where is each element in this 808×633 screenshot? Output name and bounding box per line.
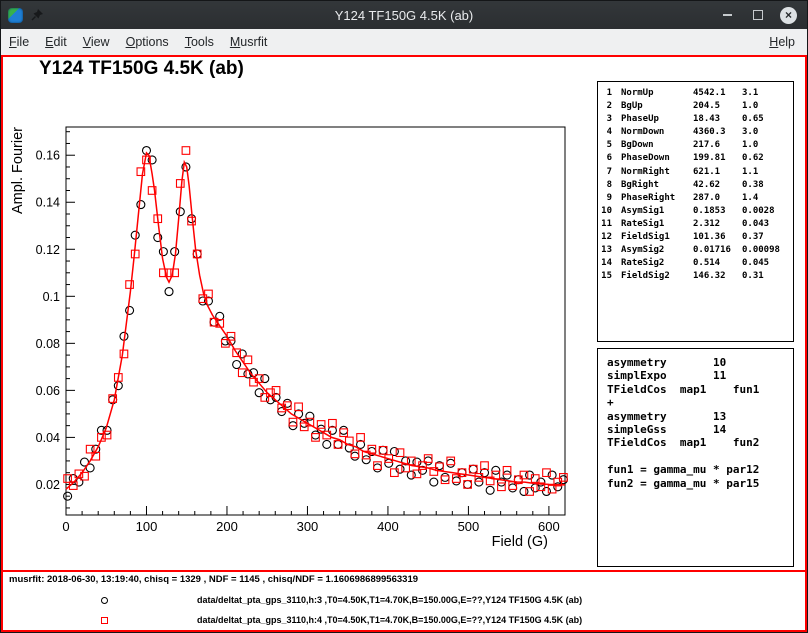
menu-item-file[interactable]: File — [1, 31, 37, 53]
parameter-rows: 1NormUp4542.13.12BgUp204.51.03PhaseUp18.… — [598, 88, 793, 284]
param-row: 5BgDown217.61.0 — [598, 140, 793, 153]
legend-item: data/deltat_pta_gps_3110,h:4 ,T0=4.50K,T… — [101, 610, 582, 630]
svg-text:100: 100 — [136, 519, 158, 534]
fourier-plot[interactable]: 0 100 200 300 400 500 600 0.02 0.04 0.06 0.08 0.1 0.… — [3, 57, 603, 572]
svg-text:500: 500 — [458, 519, 480, 534]
svg-text:0.04: 0.04 — [36, 431, 60, 445]
param-row: 14RateSig20.5140.045 — [598, 258, 793, 271]
svg-text:0: 0 — [62, 519, 69, 534]
svg-text:600: 600 — [538, 519, 560, 534]
param-row: 3PhaseUp18.430.65 — [598, 114, 793, 127]
param-row: 7NormRight621.11.1 — [598, 167, 793, 180]
theory-text: asymmetry 10 simplExpo 11 TFieldCos map1… — [607, 356, 793, 490]
titlebar[interactable]: Y124 TF150G 4.5K (ab) × — [1, 1, 807, 29]
minimize-button[interactable] — [718, 6, 736, 24]
pad-divider — [1, 570, 807, 572]
menu-left: FileEditViewOptionsToolsMusrfit — [1, 35, 275, 49]
open-circle-marker-icon — [101, 597, 108, 604]
param-row: 11RateSig12.3120.043 — [598, 219, 793, 232]
svg-text:0.08: 0.08 — [36, 337, 60, 351]
param-row: 10AsymSig10.18530.0028 — [598, 206, 793, 219]
app-icon — [8, 8, 23, 23]
parameter-panel: 1NormUp4542.13.12BgUp204.51.03PhaseUp18.… — [597, 81, 794, 342]
app-window: Y124 TF150G 4.5K (ab) × FileEditViewOpti… — [0, 0, 808, 633]
menu-item-view[interactable]: View — [75, 31, 118, 53]
param-row: 8BgRight42.620.38 — [598, 180, 793, 193]
titlebar-icons — [1, 8, 44, 23]
open-square-marker-icon — [101, 617, 108, 624]
close-button[interactable]: × — [780, 7, 797, 24]
svg-text:300: 300 — [297, 519, 319, 534]
fit-stats: musrfit: 2018-06-30, 13:19:40, chisq = 1… — [9, 574, 418, 585]
svg-text:200: 200 — [216, 519, 238, 534]
param-row: 12FieldSig1101.360.37 — [598, 232, 793, 245]
legend-item: data/deltat_pta_gps_3110,h:3 ,T0=4.50K,T… — [101, 590, 582, 610]
svg-text:Field (G): Field (G) — [492, 534, 548, 550]
menu-item-edit[interactable]: Edit — [37, 31, 75, 53]
pin-icon[interactable] — [30, 8, 44, 22]
menu-item-options[interactable]: Options — [118, 31, 177, 53]
plot-legend: data/deltat_pta_gps_3110,h:3 ,T0=4.50K,T… — [101, 590, 582, 630]
svg-text:0.06: 0.06 — [36, 384, 60, 398]
menu-item-tools[interactable]: Tools — [177, 31, 222, 53]
svg-text:0.1: 0.1 — [43, 290, 60, 304]
param-row: 2BgUp204.51.0 — [598, 101, 793, 114]
menu-item-help[interactable]: Help — [761, 31, 807, 53]
svg-text:0.12: 0.12 — [36, 243, 60, 257]
param-row: 9PhaseRight287.01.4 — [598, 193, 793, 206]
window-title: Y124 TF150G 4.5K (ab) — [1, 8, 807, 23]
maximize-button[interactable] — [749, 6, 767, 24]
root-canvas[interactable]: Y124 TF150G 4.5K (ab) 010020030040050060… — [1, 55, 807, 632]
param-row: 15FieldSig2146.320.31 — [598, 271, 793, 284]
menu-right: Help — [761, 35, 807, 49]
param-row: 4NormDown4360.33.0 — [598, 127, 793, 140]
svg-text:0.02: 0.02 — [36, 478, 60, 492]
svg-text:0.16: 0.16 — [36, 149, 60, 163]
svg-text:0.14: 0.14 — [36, 196, 60, 210]
param-row: 1NormUp4542.13.1 — [598, 88, 793, 101]
param-row: 13AsymSig20.017160.00098 — [598, 245, 793, 258]
svg-text:Ampl. Fourier: Ampl. Fourier — [10, 127, 26, 214]
window-controls: × — [718, 6, 807, 24]
param-row: 6PhaseDown199.810.62 — [598, 153, 793, 166]
menu-item-musrfit[interactable]: Musrfit — [222, 31, 276, 53]
svg-text:400: 400 — [377, 519, 399, 534]
menubar: FileEditViewOptionsToolsMusrfit Help — [1, 29, 807, 55]
theory-panel: asymmetry 10 simplExpo 11 TFieldCos map1… — [597, 348, 794, 567]
